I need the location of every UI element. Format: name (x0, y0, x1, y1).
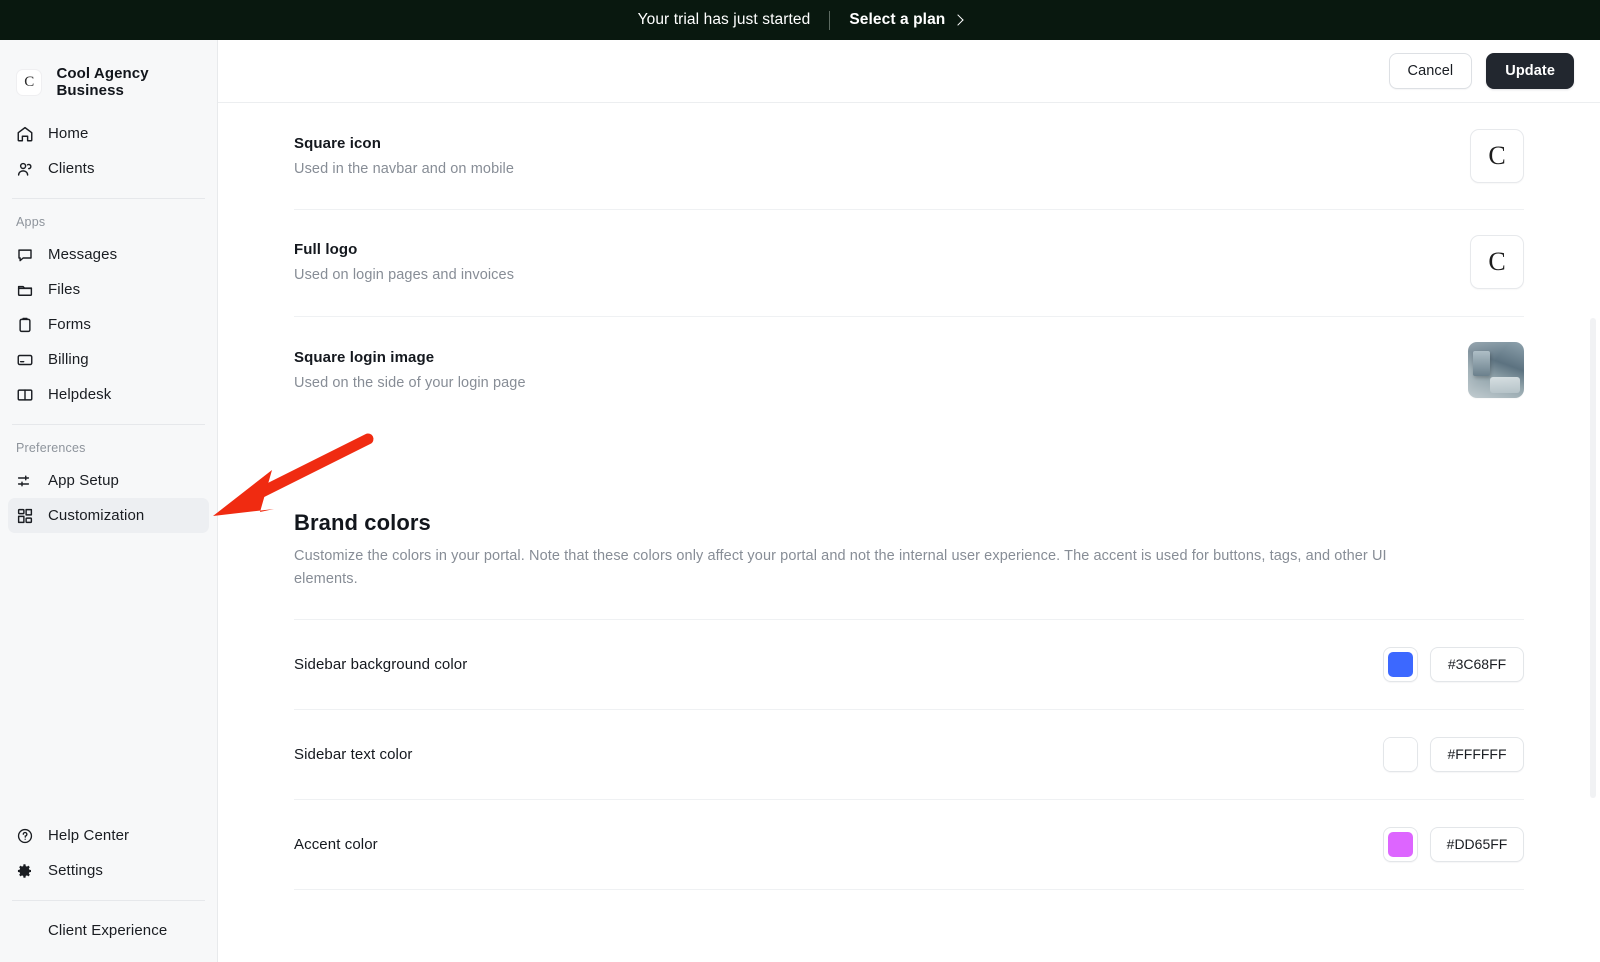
asset-subtitle: Used on login pages and invoices (294, 267, 514, 283)
vertical-scrollbar[interactable] (1590, 318, 1596, 798)
full-logo-thumbnail[interactable]: C (1470, 235, 1524, 289)
sidebar-item-files[interactable]: Files (8, 272, 209, 307)
sidebar-item-label: Clients (48, 160, 95, 177)
chevron-right-icon (953, 14, 964, 25)
brand-colors-title: Brand colors (294, 510, 1524, 536)
brand-colors-description: Customize the colors in your portal. Not… (294, 545, 1449, 591)
sidebar-primary-group: Home Clients (0, 102, 217, 186)
color-row-accent: Accent color #DD65FF (294, 800, 1524, 890)
select-a-plan-label: Select a plan (849, 11, 945, 29)
workspace-name: Cool Agency Business (56, 65, 217, 99)
sidebar-item-help-center[interactable]: Help Center (8, 818, 209, 853)
sidebar-item-label: Help Center (48, 827, 129, 844)
sidebar-text-hex-input[interactable]: #FFFFFF (1430, 737, 1524, 772)
grid-icon (16, 507, 34, 525)
sidebar-item-app-setup[interactable]: App Setup (8, 463, 209, 498)
page-action-bar: Cancel Update (218, 40, 1600, 103)
users-icon (16, 160, 34, 178)
update-button[interactable]: Update (1486, 53, 1574, 89)
sidebar-item-customization[interactable]: Customization (8, 498, 209, 533)
color-swatch (1384, 738, 1417, 771)
asset-subtitle: Used on the side of your login page (294, 375, 526, 391)
sidebar-bottom-group: Help Center Settings Client Experience (0, 818, 217, 962)
sidebar-item-label: Helpdesk (48, 386, 111, 403)
asset-title: Full logo (294, 241, 514, 258)
color-swatch (1388, 832, 1413, 857)
asset-subtitle: Used in the navbar and on mobile (294, 161, 514, 177)
color-control: #FFFFFF (1383, 737, 1524, 772)
sidebar-item-label: Customization (48, 507, 144, 524)
sidebar-group-label-preferences: Preferences (0, 425, 217, 463)
settings-content: Square icon Used in the navbar and on mo… (218, 103, 1600, 890)
asset-row-full-logo: Full logo Used on login pages and invoic… (294, 210, 1524, 317)
sidebar-item-clients[interactable]: Clients (8, 151, 209, 186)
sidebar-group-label-apps: Apps (0, 199, 217, 237)
chat-bubble-icon (16, 246, 34, 264)
sidebar-background-hex-input[interactable]: #3C68FF (1430, 647, 1524, 682)
square-login-image-thumbnail[interactable] (1468, 342, 1524, 398)
sidebar-item-home[interactable]: Home (8, 116, 209, 151)
color-label: Sidebar background color (294, 656, 467, 673)
sidebar-item-helpdesk[interactable]: Helpdesk (8, 377, 209, 412)
sidebar-item-label: Billing (48, 351, 89, 368)
color-swatch (1388, 652, 1413, 677)
workspace-brand[interactable]: C Cool Agency Business (0, 40, 217, 102)
asset-row-square-icon: Square icon Used in the navbar and on mo… (294, 103, 1524, 210)
sidebar-background-swatch-button[interactable] (1383, 647, 1418, 682)
sidebar-divider (12, 900, 205, 901)
sidebar-item-billing[interactable]: Billing (8, 342, 209, 377)
folder-icon (16, 281, 34, 299)
logo-letter: C (1488, 141, 1505, 171)
sidebar-item-label: Messages (48, 246, 117, 263)
sidebar-item-label: Client Experience (48, 922, 167, 939)
logo-letter: C (1488, 247, 1505, 277)
asset-row-square-login-image: Square login image Used on the side of y… (294, 317, 1524, 424)
brand-colors-section: Brand colors Customize the colors in you… (294, 424, 1524, 890)
sidebar-item-client-experience[interactable]: Client Experience (8, 913, 209, 948)
color-label: Sidebar text color (294, 746, 413, 763)
asset-title: Square login image (294, 349, 526, 366)
accent-swatch-button[interactable] (1383, 827, 1418, 862)
question-circle-icon (16, 827, 34, 845)
sidebar-item-label: Files (48, 281, 80, 298)
sidebar-item-label: Settings (48, 862, 103, 879)
sidebar-item-label: Forms (48, 316, 91, 333)
sidebar-item-settings[interactable]: Settings (8, 853, 209, 888)
color-row-sidebar-background: Sidebar background color #3C68FF (294, 620, 1524, 710)
accent-hex-input[interactable]: #DD65FF (1430, 827, 1524, 862)
asset-text: Square icon Used in the navbar and on mo… (294, 135, 514, 177)
trial-banner-text: Your trial has just started (638, 11, 811, 29)
home-icon (16, 125, 34, 143)
sidebar: C Cool Agency Business Home Clients App (0, 40, 218, 962)
sidebar-item-messages[interactable]: Messages (8, 237, 209, 272)
gear-icon (16, 862, 34, 880)
cancel-button[interactable]: Cancel (1389, 53, 1473, 89)
workspace-avatar: C (16, 69, 42, 96)
sidebar-text-swatch-button[interactable] (1383, 737, 1418, 772)
color-control: #3C68FF (1383, 647, 1524, 682)
banner-divider (829, 11, 830, 30)
sidebar-item-label: App Setup (48, 472, 119, 489)
status-dot-icon (16, 922, 34, 940)
clipboard-icon (16, 316, 34, 334)
color-row-sidebar-text: Sidebar text color #FFFFFF (294, 710, 1524, 800)
book-open-icon (16, 386, 34, 404)
color-control: #DD65FF (1383, 827, 1524, 862)
credit-card-icon (16, 351, 34, 369)
asset-text: Full logo Used on login pages and invoic… (294, 241, 514, 283)
asset-text: Square login image Used on the side of y… (294, 349, 526, 391)
color-label: Accent color (294, 836, 378, 853)
asset-title: Square icon (294, 135, 514, 152)
square-icon-thumbnail[interactable]: C (1470, 129, 1524, 183)
trial-banner: Your trial has just started Select a pla… (0, 0, 1600, 40)
main-content: Cancel Update Square icon Used in the na… (218, 40, 1600, 962)
sliders-icon (16, 472, 34, 490)
select-a-plan-link[interactable]: Select a plan (849, 11, 962, 29)
sidebar-item-forms[interactable]: Forms (8, 307, 209, 342)
sidebar-item-label: Home (48, 125, 88, 142)
